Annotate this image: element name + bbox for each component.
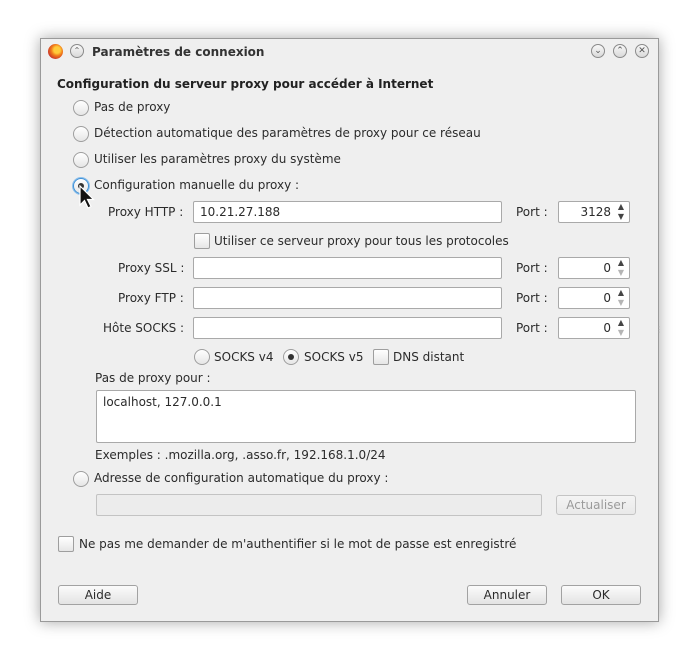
close-icon[interactable]: ✕	[635, 44, 649, 58]
http-port-label: Port :	[516, 205, 548, 219]
socks-port-value: 0	[603, 321, 611, 335]
ftp-port-value: 0	[603, 291, 611, 305]
spin-down-icon[interactable]: ▼	[615, 298, 627, 308]
title-bar[interactable]: ⌃ Paramètres de connexion ⌄ ⌃ ✕	[41, 39, 658, 65]
use-for-all-label[interactable]: Utiliser ce serveur proxy pour tous les …	[214, 234, 509, 248]
radio-auto-detect[interactable]	[73, 126, 89, 142]
ssl-proxy-input[interactable]	[193, 257, 502, 279]
radio-auto-detect-label[interactable]: Détection automatique des paramètres de …	[94, 126, 481, 140]
help-button[interactable]: Aide	[58, 585, 138, 605]
ftp-port-label: Port :	[516, 291, 548, 305]
radio-no-proxy[interactable]	[73, 100, 89, 116]
socks-port-label: Port :	[516, 321, 548, 335]
ssl-port-spinbox[interactable]: 0 ▲ ▼	[558, 257, 630, 279]
spin-up-icon[interactable]: ▲	[615, 202, 627, 212]
spin-down-icon[interactable]: ▼	[615, 328, 627, 338]
ftp-proxy-input[interactable]	[193, 287, 502, 309]
connection-settings-dialog: ⌃ Paramètres de connexion ⌄ ⌃ ✕ Configur…	[40, 38, 663, 622]
pac-url-input[interactable]	[96, 494, 542, 516]
spin-up-icon[interactable]: ▲	[615, 288, 627, 298]
radio-pac-proxy[interactable]	[73, 471, 89, 487]
remote-dns-checkbox[interactable]	[373, 349, 389, 365]
no-auth-prompt-checkbox[interactable]	[58, 536, 74, 552]
window-title: Paramètres de connexion	[92, 45, 265, 59]
http-port-value: 3128	[580, 205, 611, 219]
no-proxy-for-label: Pas de proxy pour :	[95, 371, 211, 385]
mouse-cursor-icon	[79, 185, 95, 209]
socks-host-label: Hôte SOCKS :	[103, 321, 185, 335]
minimize-icon[interactable]: ⌄	[591, 44, 605, 58]
no-proxy-for-textarea[interactable]: localhost, 127.0.0.1	[96, 390, 636, 443]
cancel-button[interactable]: Annuler	[467, 585, 547, 605]
socks-port-spinbox[interactable]: 0 ▲ ▼	[558, 317, 630, 339]
radio-system-proxy-label[interactable]: Utiliser les paramètres proxy du système	[94, 152, 341, 166]
spin-down-icon[interactable]: ▼	[615, 212, 627, 222]
no-proxy-example: Exemples : .mozilla.org, .asso.fr, 192.1…	[95, 448, 386, 462]
keep-above-icon[interactable]: ⌃	[70, 44, 84, 58]
radio-system-proxy[interactable]	[73, 152, 89, 168]
radio-no-proxy-label[interactable]: Pas de proxy	[94, 100, 170, 114]
radio-socks-v5[interactable]	[283, 349, 299, 365]
resize-grip-icon: ⋮	[655, 325, 663, 334]
socks-v5-label[interactable]: SOCKS v5	[304, 350, 363, 364]
firefox-icon	[48, 44, 63, 59]
maximize-icon[interactable]: ⌃	[613, 44, 627, 58]
remote-dns-label[interactable]: DNS distant	[393, 350, 464, 364]
reload-pac-button[interactable]: Actualiser	[556, 495, 636, 515]
socks-host-input[interactable]	[193, 317, 502, 339]
ssl-proxy-label: Proxy SSL :	[118, 261, 185, 275]
http-proxy-label: Proxy HTTP :	[108, 205, 184, 219]
radio-socks-v4[interactable]	[194, 349, 210, 365]
ftp-port-spinbox[interactable]: 0 ▲ ▼	[558, 287, 630, 309]
radio-manual-proxy-label[interactable]: Configuration manuelle du proxy :	[94, 178, 299, 192]
section-title: Configuration du serveur proxy pour accé…	[57, 77, 434, 91]
http-proxy-input[interactable]: 10.21.27.188	[193, 201, 502, 223]
use-for-all-checkbox[interactable]	[194, 233, 210, 249]
http-port-spinbox[interactable]: 3128 ▲ ▼	[558, 201, 630, 223]
socks-v4-label[interactable]: SOCKS v4	[214, 350, 273, 364]
ssl-port-label: Port :	[516, 261, 548, 275]
ok-button[interactable]: OK	[561, 585, 641, 605]
spin-down-icon[interactable]: ▼	[615, 268, 627, 278]
no-auth-prompt-label[interactable]: Ne pas me demander de m'authentifier si …	[79, 537, 516, 551]
radio-pac-proxy-label[interactable]: Adresse de configuration automatique du …	[94, 471, 388, 485]
spin-up-icon[interactable]: ▲	[615, 258, 627, 268]
ssl-port-value: 0	[603, 261, 611, 275]
ftp-proxy-label: Proxy FTP :	[118, 291, 184, 305]
spin-up-icon[interactable]: ▲	[615, 318, 627, 328]
